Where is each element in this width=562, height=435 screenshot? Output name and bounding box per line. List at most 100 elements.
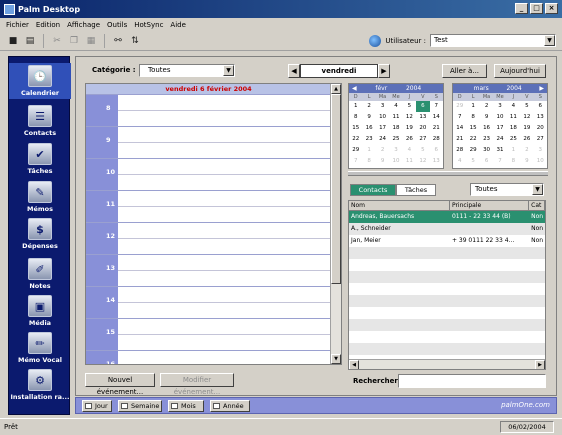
calendar-day[interactable]: 4 <box>507 101 520 112</box>
calendar-day[interactable]: 11 <box>403 156 416 167</box>
calendar-day[interactable]: 1 <box>466 101 479 112</box>
calendar-day[interactable]: 2 <box>480 101 493 112</box>
calendar-day[interactable]: 1 <box>349 101 362 112</box>
calendar-day[interactable]: 6 <box>480 156 493 167</box>
contact-filter-select[interactable]: Toutes ▼ <box>470 183 544 196</box>
calendar-day[interactable]: 7 <box>430 101 443 112</box>
calendar-day[interactable]: 25 <box>389 134 402 145</box>
view-day-button[interactable]: Jour <box>82 400 112 412</box>
calendar-day[interactable]: 6 <box>534 101 547 112</box>
calendar-day[interactable]: 20 <box>416 123 429 134</box>
selected-day[interactable]: 6 <box>416 101 430 112</box>
calendar-day[interactable]: 9 <box>362 112 375 123</box>
menu-outils[interactable]: Outils <box>107 21 127 29</box>
edit-event-button[interactable]: Modifier événement... <box>160 373 234 396</box>
calendar-day[interactable]: 20 <box>534 123 547 134</box>
calendar-day[interactable]: 2 <box>520 145 533 156</box>
view-year-button[interactable]: Année <box>210 400 250 412</box>
calendar-day[interactable]: 22 <box>349 134 362 145</box>
calendar-day[interactable]: 17 <box>376 123 389 134</box>
calendar-day[interactable]: 1 <box>507 145 520 156</box>
calendar-day[interactable]: 15 <box>349 123 362 134</box>
chevron-down-icon[interactable]: ▼ <box>544 35 555 46</box>
calendar-day[interactable]: 9 <box>480 112 493 123</box>
calendar-day[interactable]: 27 <box>534 134 547 145</box>
calendar-day[interactable]: 21 <box>453 134 466 145</box>
calendar-day[interactable]: 23 <box>480 134 493 145</box>
contacts-list[interactable]: Nom Principale Cat Andreas, Bauersachs 0… <box>348 200 546 370</box>
scroll-left-button[interactable]: ◀ <box>349 360 359 369</box>
calendar-day[interactable]: 13 <box>534 112 547 123</box>
day-field[interactable]: vendredi <box>300 64 378 78</box>
calendar-day[interactable]: 18 <box>507 123 520 134</box>
sidebar-item-installation[interactable]: ⚙ Installation ra... <box>9 369 71 401</box>
paste-icon[interactable]: ▦ <box>84 34 98 48</box>
splitter-handle[interactable] <box>348 171 548 176</box>
goto-button[interactable]: Aller à... <box>442 64 487 78</box>
calendar-day[interactable]: 26 <box>520 134 533 145</box>
calendar-day[interactable]: 4 <box>453 156 466 167</box>
calendar-day[interactable]: 12 <box>520 112 533 123</box>
calendar-day[interactable]: 23 <box>362 134 375 145</box>
calendar-day[interactable]: 14 <box>430 112 443 123</box>
user-select[interactable]: Test ▼ <box>430 34 556 47</box>
calendar-day[interactable]: 16 <box>480 123 493 134</box>
calendar-day[interactable]: 8 <box>466 112 479 123</box>
calendar-day[interactable]: 13 <box>416 112 429 123</box>
calendar-day[interactable]: 28 <box>453 145 466 156</box>
calendar-day[interactable]: 7 <box>349 156 362 167</box>
category-select[interactable]: Toutes ▼ <box>139 64 235 77</box>
tab-taches[interactable]: Tâches <box>396 184 436 196</box>
calendar-day[interactable]: 10 <box>534 156 547 167</box>
copy-icon[interactable]: ❐ <box>67 34 81 48</box>
calendar-day[interactable]: 13 <box>430 156 443 167</box>
tab-contacts[interactable]: Contacts <box>350 184 396 196</box>
calendar-day[interactable]: 28 <box>430 134 443 145</box>
calendar-day[interactable]: 4 <box>389 101 402 112</box>
table-row[interactable]: A., Schneider Non <box>349 223 545 235</box>
calendar-day[interactable]: 7 <box>493 156 506 167</box>
sidebar-item-notes[interactable]: ✐ Notes <box>9 258 71 290</box>
sidebar-item-media[interactable]: ▣ Média <box>9 295 71 327</box>
minimize-button[interactable]: _ <box>515 3 528 14</box>
close-button[interactable]: × <box>545 3 558 14</box>
save-icon[interactable]: ■ <box>6 34 20 48</box>
table-row[interactable]: Andreas, Bauersachs 0111 - 22 33 44 (B) … <box>349 211 545 223</box>
calendar-day[interactable]: 29 <box>466 145 479 156</box>
calendar-day[interactable]: 3 <box>389 145 402 156</box>
day-view-scrollbar[interactable]: ▲ ▼ <box>330 84 341 364</box>
sidebar-item-calendrier[interactable]: 🕒 Calendrier <box>9 63 71 99</box>
calendar-day[interactable]: 3 <box>493 101 506 112</box>
scroll-right-button[interactable]: ▶ <box>535 360 545 369</box>
maximize-button[interactable]: □ <box>530 3 543 14</box>
table-row[interactable]: Jan, Meier + 39 0111 22 33 4... Non <box>349 235 545 247</box>
calendar-day[interactable]: 5 <box>466 156 479 167</box>
calendar-day[interactable]: 5 <box>403 101 416 112</box>
prev-month-icon[interactable]: ◀ <box>352 84 357 93</box>
calendar-day[interactable]: 9 <box>520 156 533 167</box>
hotsync-icon[interactable]: ⇅ <box>128 34 142 48</box>
new-event-button[interactable]: Nouvel événement... <box>85 373 155 396</box>
sidebar-item-memos[interactable]: ✎ Mémos <box>9 181 71 213</box>
calendar-day[interactable]: 5 <box>520 101 533 112</box>
calendar-day[interactable]: 8 <box>362 156 375 167</box>
calendar-day[interactable]: 3 <box>376 101 389 112</box>
view-month-button[interactable]: Mois <box>168 400 204 412</box>
print-icon[interactable]: ▤ <box>23 34 37 48</box>
calendar-day[interactable]: 27 <box>416 134 429 145</box>
calendar-day[interactable]: 1 <box>362 145 375 156</box>
scroll-down-button[interactable]: ▼ <box>331 354 341 364</box>
calendar-day[interactable]: 10 <box>493 112 506 123</box>
calendar-day[interactable]: 6 <box>430 145 443 156</box>
scroll-up-button[interactable]: ▲ <box>331 84 341 94</box>
binoculars-icon[interactable]: ⚯ <box>111 34 125 48</box>
column-header-nom[interactable]: Nom <box>349 201 450 210</box>
calendar-day[interactable]: 22 <box>466 134 479 145</box>
calendar-day[interactable]: 9 <box>376 156 389 167</box>
menu-fichier[interactable]: Fichier <box>6 21 29 29</box>
sidebar-item-contacts[interactable]: ☰ Contacts <box>9 105 71 137</box>
calendar-day[interactable]: 4 <box>403 145 416 156</box>
calendar-day[interactable]: 2 <box>376 145 389 156</box>
list-horizontal-scrollbar[interactable]: ◀ ▶ <box>349 359 545 369</box>
calendar-day[interactable]: 31 <box>493 145 506 156</box>
